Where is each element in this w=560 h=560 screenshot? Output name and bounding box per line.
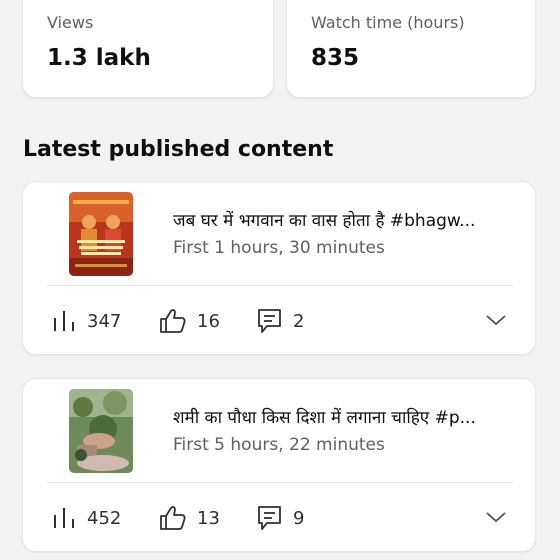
watch-time-label: Watch time (hours) [311, 13, 465, 32]
views-stat-card[interactable]: Views 1.3 lakh [22, 0, 274, 98]
comments-metric: 2 [257, 309, 304, 333]
bar-chart-icon [54, 311, 74, 331]
comments-count: 2 [293, 310, 305, 332]
views-label: Views [47, 13, 94, 32]
likes-count: 13 [197, 507, 220, 529]
likes-metric: 13 [159, 506, 220, 530]
views-metric: 347 [51, 309, 121, 333]
chevron-down-icon [486, 315, 506, 326]
comments-metric: 9 [257, 506, 304, 530]
comment-icon [258, 309, 281, 333]
likes-count: 16 [197, 310, 220, 332]
expand-button[interactable] [485, 312, 507, 328]
comments-count: 9 [293, 507, 305, 529]
views-metric: 452 [51, 506, 121, 530]
content-subtitle: First 5 hours, 22 minutes [173, 435, 385, 455]
divider [47, 285, 513, 286]
watch-time-stat-card[interactable]: Watch time (hours) 835 [286, 0, 536, 98]
comment-icon [258, 506, 281, 530]
video-thumbnail[interactable] [69, 389, 133, 473]
views-count: 452 [87, 507, 122, 529]
content-card[interactable]: शमी का पौधा किस दिशा में लगाना चाहिए #p.… [22, 378, 536, 552]
content-card[interactable]: जब घर में भगवान का वास होता है #bhagw...… [22, 181, 536, 355]
chevron-down-icon [486, 512, 506, 523]
expand-button[interactable] [485, 509, 507, 525]
content-title[interactable]: जब घर में भगवान का वास होता है #bhagw... [173, 208, 523, 231]
video-thumbnail[interactable] [69, 192, 133, 276]
thumbs-up-icon [160, 506, 186, 530]
section-title: Latest published content [23, 137, 334, 162]
thumbs-up-icon [160, 309, 186, 333]
views-count: 347 [87, 310, 122, 332]
likes-metric: 16 [159, 309, 220, 333]
content-subtitle: First 1 hours, 30 minutes [173, 238, 385, 258]
watch-time-value: 835 [311, 45, 360, 71]
bar-chart-icon [54, 508, 74, 528]
views-value: 1.3 lakh [47, 45, 151, 71]
content-title[interactable]: शमी का पौधा किस दिशा में लगाना चाहिए #p.… [173, 405, 523, 428]
divider [47, 482, 513, 483]
